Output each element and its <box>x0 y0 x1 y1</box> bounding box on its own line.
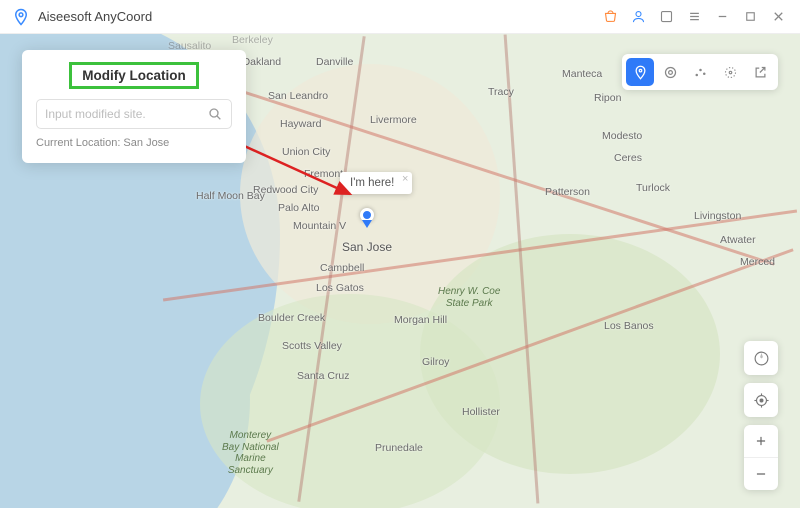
mode-one-stop[interactable] <box>656 58 684 86</box>
minimize-button[interactable] <box>708 3 736 31</box>
city-label: Berkeley <box>232 34 273 46</box>
city-label: Ripon <box>594 92 621 104</box>
city-label: Ceres <box>614 152 642 164</box>
city-label: Half Moon Bay <box>196 190 265 202</box>
menu-button[interactable] <box>680 3 708 31</box>
zoom-control <box>744 425 778 490</box>
mode-multi-stop[interactable] <box>686 58 714 86</box>
popup-text: I'm here! <box>350 177 394 189</box>
compass-button[interactable] <box>744 341 778 375</box>
title-bar: Aiseesoft AnyCoord <box>0 0 800 34</box>
panel-heading: Modify Location <box>69 62 199 89</box>
city-label: Campbell <box>320 262 364 274</box>
city-label: Tracy <box>488 86 514 98</box>
location-pin-icon[interactable] <box>360 208 374 228</box>
city-label: Los Banos <box>604 320 654 332</box>
mode-joystick[interactable] <box>716 58 744 86</box>
app-title: Aiseesoft AnyCoord <box>38 9 152 24</box>
park-label: MontereyBay NationalMarineSanctuary <box>222 430 279 476</box>
zoom-out-button[interactable] <box>744 458 778 490</box>
city-label: Morgan Hill <box>394 314 447 326</box>
location-search-input[interactable] <box>45 107 207 121</box>
city-label: Oakland <box>242 56 281 68</box>
city-label: Atwater <box>720 234 756 246</box>
app-logo-icon <box>12 8 30 26</box>
park-label: Henry W. CoeState Park <box>438 286 500 309</box>
current-location-label: Current Location: San Jose <box>36 137 232 149</box>
mode-export[interactable] <box>746 58 774 86</box>
city-label: Santa Cruz <box>297 370 350 382</box>
city-label: Turlock <box>636 182 670 194</box>
city-label: Merced <box>740 256 775 268</box>
location-search-field[interactable] <box>36 99 232 129</box>
zoom-in-button[interactable] <box>744 425 778 457</box>
city-label: Los Gatos <box>316 282 364 294</box>
shop-button[interactable] <box>596 3 624 31</box>
city-label: Manteca <box>562 68 602 80</box>
city-label: Union City <box>282 146 330 158</box>
city-label: Livingston <box>694 210 741 222</box>
feedback-button[interactable] <box>652 3 680 31</box>
maximize-button[interactable] <box>736 3 764 31</box>
close-button[interactable] <box>764 3 792 31</box>
city-label: Danville <box>316 56 353 68</box>
city-label: Mountain V <box>293 220 346 232</box>
map-controls <box>744 341 778 490</box>
recenter-button[interactable] <box>744 383 778 417</box>
city-label: Scotts Valley <box>282 340 342 352</box>
city-label: Hollister <box>462 406 500 418</box>
search-icon[interactable] <box>207 106 223 122</box>
city-label: Livermore <box>370 114 417 126</box>
mode-modify-location[interactable] <box>626 58 654 86</box>
modify-location-panel: Modify Location Current Location: San Jo… <box>22 50 246 163</box>
city-label: Gilroy <box>422 356 449 368</box>
city-label: Boulder Creek <box>258 312 325 324</box>
popup-close-icon[interactable]: × <box>402 173 408 185</box>
city-label: San Jose <box>342 240 392 254</box>
city-label: Modesto <box>602 130 642 142</box>
city-label: Hayward <box>280 118 321 130</box>
location-popup: I'm here! × <box>340 172 412 194</box>
city-label: Palo Alto <box>278 202 319 214</box>
account-button[interactable] <box>624 3 652 31</box>
city-label: Patterson <box>545 186 590 198</box>
mode-toolbar <box>622 54 778 90</box>
city-label: Fremont <box>304 168 343 180</box>
city-label: San Leandro <box>268 90 328 102</box>
city-label: Prunedale <box>375 442 423 454</box>
